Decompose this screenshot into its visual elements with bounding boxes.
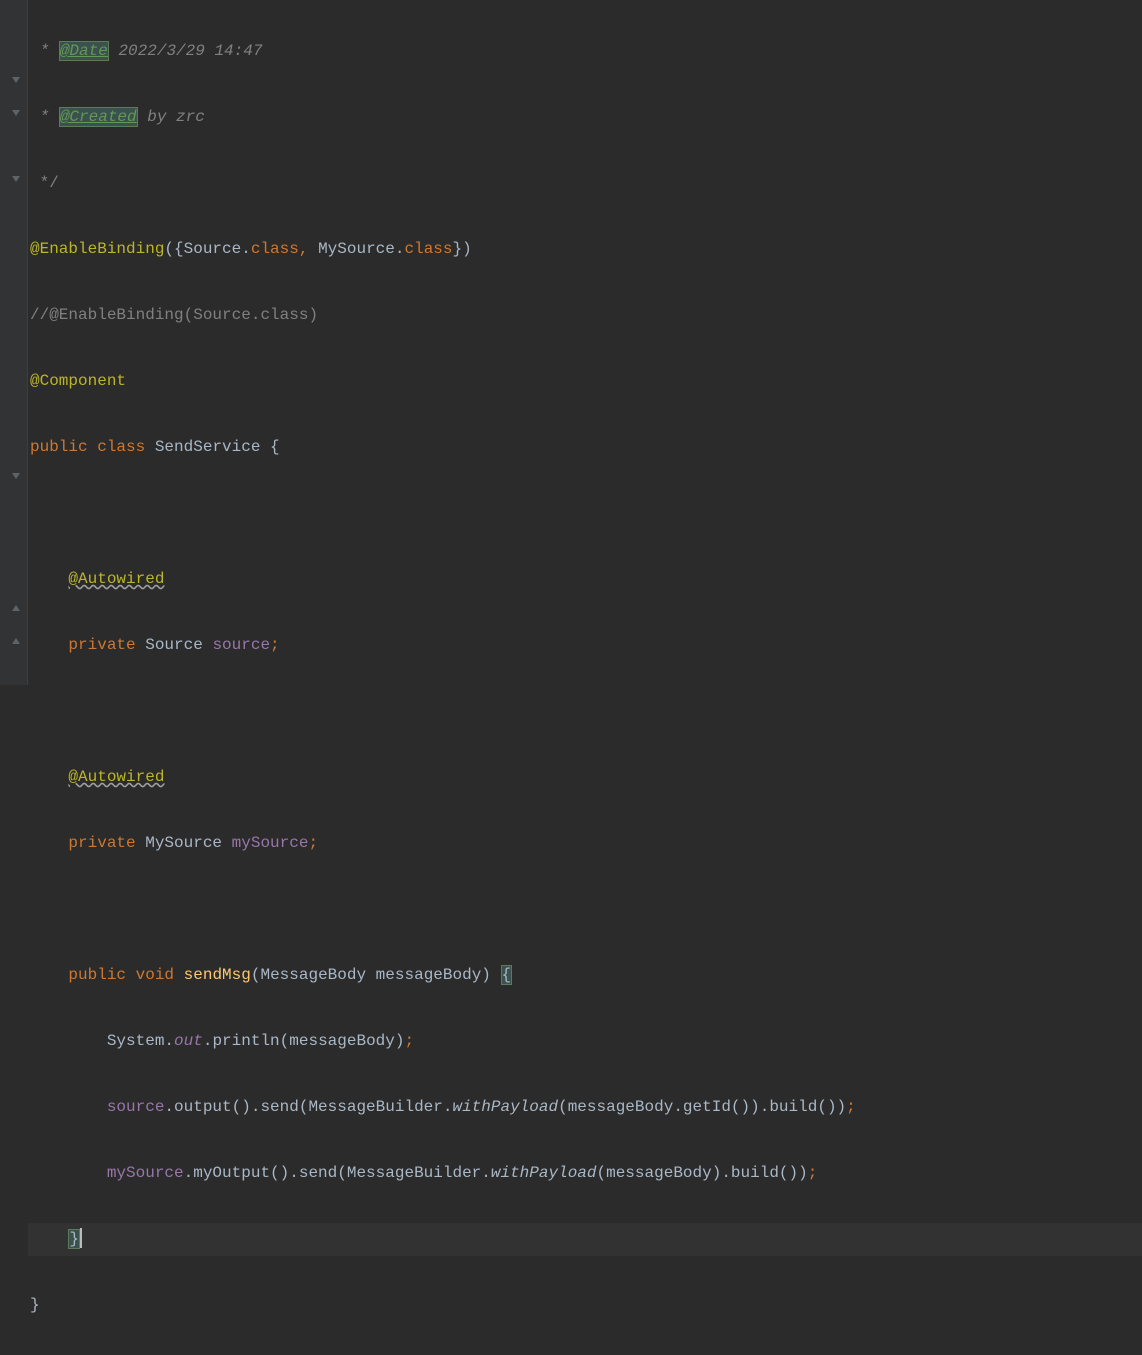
matched-brace: } <box>68 1229 80 1249</box>
fold-icon[interactable] <box>10 74 22 86</box>
code-editor[interactable]: * @Date 2022/3/29 14:47 * @Created by zr… <box>28 0 1142 685</box>
fold-icon[interactable] <box>10 173 22 185</box>
code-line <box>28 695 1142 728</box>
code-line: mySource.myOutput().send(MessageBuilder.… <box>28 1157 1142 1190</box>
code-line: public void sendMsg(MessageBody messageB… <box>28 959 1142 992</box>
javadoc-tag: @Created <box>59 107 138 127</box>
fold-icon[interactable] <box>10 635 22 647</box>
code-line: source.output().send(MessageBuilder.with… <box>28 1091 1142 1124</box>
fold-icon[interactable] <box>10 602 22 614</box>
code-line: public class SendService { <box>28 431 1142 464</box>
code-line <box>28 893 1142 926</box>
code-line: * @Date 2022/3/29 14:47 <box>28 35 1142 68</box>
code-line: } <box>28 1289 1142 1322</box>
code-line: private Source source; <box>28 629 1142 662</box>
matched-brace: { <box>501 965 513 985</box>
code-line: @EnableBinding({Source.class, MySource.c… <box>28 233 1142 266</box>
editor-gutter <box>0 0 28 685</box>
code-line: @Autowired <box>28 761 1142 794</box>
code-line-current: } <box>28 1223 1142 1256</box>
fold-icon[interactable] <box>10 470 22 482</box>
text-cursor <box>80 1228 82 1248</box>
fold-icon[interactable] <box>10 107 22 119</box>
code-line: //@EnableBinding(Source.class) <box>28 299 1142 332</box>
code-line: */ <box>28 167 1142 200</box>
code-line: @Autowired <box>28 563 1142 596</box>
code-line: * @Created by zrc <box>28 101 1142 134</box>
code-line: @Component <box>28 365 1142 398</box>
javadoc-tag: @Date <box>59 41 109 61</box>
code-line: System.out.println(messageBody); <box>28 1025 1142 1058</box>
code-line <box>28 497 1142 530</box>
code-line: private MySource mySource; <box>28 827 1142 860</box>
